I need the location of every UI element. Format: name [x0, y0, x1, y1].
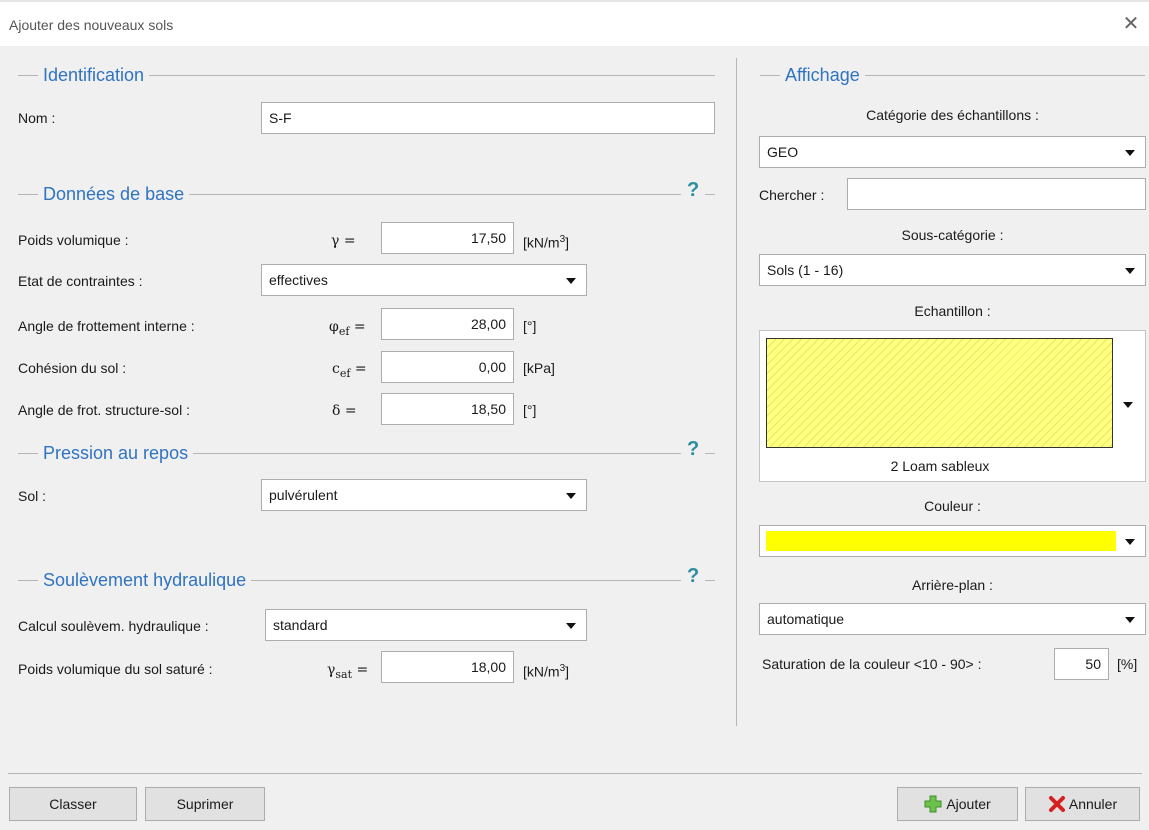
color-swatch — [766, 531, 1116, 551]
soil-type-select[interactable]: pulvérulent — [261, 479, 587, 511]
suprimer-button[interactable]: Suprimer — [145, 787, 265, 821]
saturated-weight-unit: [kN/m3] — [523, 660, 569, 681]
structure-friction-symbol: δ = — [332, 403, 357, 419]
hydraulic-calc-select[interactable]: standard — [265, 609, 587, 641]
structure-friction-unit: [°] — [523, 402, 537, 418]
color-select[interactable] — [759, 525, 1146, 557]
soil-type-value: pulvérulent — [269, 487, 338, 503]
name-label: Nom : — [18, 110, 56, 126]
subcategory-label: Sous-catégorie : — [901, 227, 1004, 243]
saturation-label: Saturation de la couleur <10 - 90> : — [762, 656, 982, 672]
section-identification: Identification — [18, 64, 715, 86]
section-rest-pressure: Pression au repos ? — [18, 438, 715, 464]
structure-friction-input[interactable]: 18,50 — [381, 393, 514, 425]
structure-friction-label: Angle de frot. structure-sol : — [18, 402, 190, 418]
sample-name: 2 Loam sableux — [890, 458, 990, 474]
unit-text: [kN/m — [523, 663, 560, 680]
section-title-rest-pressure: Pression au repos — [38, 442, 194, 464]
color-label: Couleur : — [924, 498, 981, 514]
subcategory-select[interactable]: Sols (1 - 16) — [759, 254, 1146, 286]
chevron-down-icon — [1125, 150, 1135, 156]
unit-weight-label: Poids volumique : — [18, 232, 129, 248]
background-select[interactable]: automatique — [759, 603, 1146, 635]
section-title-base-data: Données de base — [38, 183, 190, 205]
cohesion-input[interactable]: 0,00 — [381, 351, 514, 383]
section-title-display: Affichage — [780, 64, 865, 86]
friction-angle-input[interactable]: 28,00 — [381, 308, 514, 340]
add-button[interactable]: Ajouter — [897, 787, 1018, 821]
cancel-button[interactable]: Annuler — [1025, 787, 1140, 821]
unit-weight-input[interactable]: 17,50 — [381, 222, 514, 254]
close-icon[interactable]: ✕ — [1120, 13, 1142, 35]
friction-angle-unit: [°] — [523, 318, 537, 334]
sample-category-value: GEO — [767, 144, 799, 160]
stress-state-value: effectives — [269, 272, 328, 288]
sample-category-label: Catégorie des échantillons : — [866, 107, 1039, 123]
unit-weight-unit: [kN/m3] — [523, 231, 569, 252]
saturation-input[interactable]: 50 — [1054, 648, 1109, 680]
section-hydraulic: Soulèvement hydraulique ? — [18, 565, 715, 591]
friction-angle-symbol: φef = — [329, 318, 366, 341]
symbol-main: φ — [329, 319, 339, 335]
friction-angle-label: Angle de frottement interne : — [18, 318, 195, 334]
section-title-identification: Identification — [38, 64, 150, 86]
sample-label: Echantillon : — [914, 303, 991, 319]
unit-text: [kN/m — [523, 234, 560, 251]
search-label: Chercher : — [759, 187, 825, 203]
saturated-weight-symbol: γsat = — [327, 661, 368, 684]
saturated-weight-label: Poids volumique du sol saturé : — [18, 661, 213, 677]
help-icon[interactable]: ? — [681, 565, 706, 587]
cancel-button-label: Annuler — [1068, 796, 1118, 812]
top-border — [0, 0, 1149, 2]
plus-icon — [924, 795, 942, 813]
chevron-down-icon — [566, 623, 576, 629]
chevron-down-icon — [566, 493, 576, 499]
window-title: Ajouter des nouveaux sols — [9, 17, 174, 33]
chevron-down-icon — [566, 278, 576, 284]
chevron-down-icon — [1125, 617, 1135, 623]
classer-button[interactable]: Classer — [9, 787, 137, 821]
help-icon[interactable]: ? — [681, 438, 706, 460]
cohesion-label: Cohésion du sol : — [18, 360, 127, 376]
sample-select[interactable]: 2 Loam sableux — [759, 330, 1146, 482]
close-icon — [1048, 796, 1065, 812]
symbol-subscript: ef — [338, 324, 350, 338]
hydraulic-calc-value: standard — [273, 617, 328, 633]
symbol-subscript: ef — [339, 366, 351, 380]
unit-bracket: ] — [565, 663, 570, 680]
soil-type-label: Sol : — [18, 488, 47, 504]
symbol-equals: = — [350, 361, 367, 377]
chevron-down-icon — [1125, 539, 1135, 545]
unit-weight-symbol: γ = — [331, 233, 356, 249]
symbol-main: c — [332, 361, 340, 377]
chevron-down-icon — [1123, 402, 1133, 408]
unit-bracket: ] — [565, 234, 570, 251]
background-value: automatique — [767, 611, 845, 627]
saturated-weight-input[interactable]: 18,00 — [381, 651, 514, 683]
stress-state-select[interactable]: effectives — [261, 264, 587, 296]
symbol-equals: = — [352, 662, 369, 678]
subcategory-value: Sols (1 - 16) — [767, 262, 844, 278]
search-input[interactable] — [847, 178, 1146, 210]
footer-separator — [8, 773, 1142, 774]
saturation-unit: [%] — [1117, 656, 1138, 672]
hydraulic-calc-label: Calcul soulèvem. hydraulique : — [18, 618, 209, 634]
cohesion-symbol: cef = — [332, 360, 367, 383]
cohesion-unit: [kPa] — [523, 360, 555, 376]
stress-state-label: Etat de contraintes : — [18, 273, 143, 289]
chevron-down-icon — [1125, 268, 1135, 274]
column-separator — [736, 58, 737, 726]
section-display: Affichage — [760, 64, 1145, 86]
background-label: Arrière-plan : — [912, 577, 993, 593]
symbol-equals: = — [349, 319, 366, 335]
add-button-label: Ajouter — [946, 796, 991, 812]
help-icon[interactable]: ? — [681, 179, 706, 201]
section-title-hydraulic: Soulèvement hydraulique — [38, 569, 252, 591]
sample-category-select[interactable]: GEO — [759, 136, 1146, 168]
name-input[interactable]: S-F — [261, 102, 715, 134]
sample-pattern-preview — [766, 338, 1113, 448]
symbol-subscript: sat — [335, 667, 352, 681]
section-base-data: Données de base ? — [18, 179, 715, 205]
